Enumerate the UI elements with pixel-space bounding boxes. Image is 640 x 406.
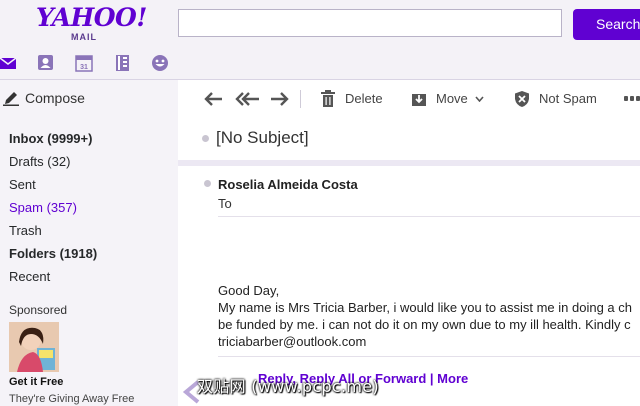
subject-bar: [No Subject] xyxy=(178,118,640,166)
folder-drafts[interactable]: Drafts (32) xyxy=(9,154,70,169)
reply-all-button[interactable] xyxy=(235,80,261,118)
recipient-line[interactable]: To xyxy=(218,196,232,211)
sender-name[interactable]: Roselia Almeida Costa xyxy=(218,177,358,192)
top-bar: YAHOO! MAIL Search 31 xyxy=(0,0,640,80)
shield-icon xyxy=(515,91,529,107)
folder-folders[interactable]: Folders (1918) xyxy=(9,246,97,261)
folder-recent[interactable]: Recent xyxy=(9,269,50,284)
message-pane: [No Subject] Roselia Almeida Costa To Go… xyxy=(178,118,640,406)
messenger-icon[interactable] xyxy=(151,54,169,72)
sender-dot xyxy=(204,180,211,187)
search-input[interactable] xyxy=(178,9,562,37)
not-spam-button[interactable]: Not Spam xyxy=(514,80,604,118)
header-divider xyxy=(218,216,640,217)
move-label: Move xyxy=(436,91,468,106)
forward-button[interactable] xyxy=(269,80,289,118)
body-line-1: My name is Mrs Tricia Barber, i would li… xyxy=(218,300,632,315)
unread-dot[interactable] xyxy=(202,135,209,142)
watermark: 双贴网 (www.pcpc.me) xyxy=(197,377,379,396)
more-actions-button[interactable] xyxy=(624,80,640,118)
logo-sub: MAIL xyxy=(71,32,97,42)
body-divider xyxy=(218,356,640,357)
sponsored-label: Sponsored xyxy=(9,303,68,317)
notepad-icon[interactable] xyxy=(114,54,132,72)
chevron-down-icon xyxy=(475,96,484,102)
compose-button[interactable]: Compose xyxy=(0,80,178,116)
sidebar: Compose Inbox (9999+) Drafts (32) Sent S… xyxy=(0,80,178,406)
body-line-2: be funded by me. i can not do it on my o… xyxy=(218,317,631,332)
calendar-icon[interactable]: 31 xyxy=(75,54,93,72)
body-greeting: Good Day, xyxy=(218,283,280,298)
ad-image[interactable] xyxy=(9,322,59,372)
delete-button[interactable]: Delete xyxy=(320,80,390,118)
ad-text[interactable]: They're Giving Away Free xyxy=(9,393,134,405)
reply-icon xyxy=(204,92,222,106)
message-subject: [No Subject] xyxy=(216,128,309,147)
more-icon xyxy=(624,96,640,101)
pencil-icon xyxy=(3,92,19,106)
yahoo-mail-logo[interactable]: YAHOO! MAIL xyxy=(36,3,147,43)
body-email[interactable]: triciabarber@outlook.com xyxy=(218,334,366,349)
not-spam-label: Not Spam xyxy=(539,91,597,106)
calendar-day: 31 xyxy=(80,64,88,71)
logo-word: YAHOO! xyxy=(36,3,147,32)
message-toolbar: Delete Move Not Spam xyxy=(178,80,640,119)
move-folder-icon xyxy=(412,94,426,106)
toolbar-divider xyxy=(300,90,301,108)
folder-sent[interactable]: Sent xyxy=(9,177,36,192)
folder-trash[interactable]: Trash xyxy=(9,223,42,238)
ad-title[interactable]: Get it Free xyxy=(9,376,63,388)
forward-icon xyxy=(271,92,289,106)
move-button[interactable]: Move xyxy=(411,80,491,118)
folder-spam[interactable]: Spam (357) xyxy=(9,200,77,215)
mail-icon[interactable] xyxy=(0,54,18,72)
reply-button[interactable] xyxy=(204,80,224,118)
delete-label: Delete xyxy=(345,91,383,106)
reply-all-icon xyxy=(235,92,259,106)
folder-inbox[interactable]: Inbox (9999+) xyxy=(9,131,92,146)
search-button[interactable]: Search xyxy=(573,9,640,40)
trash-icon xyxy=(321,90,335,107)
contacts-icon[interactable] xyxy=(37,54,55,72)
compose-label: Compose xyxy=(25,90,85,106)
